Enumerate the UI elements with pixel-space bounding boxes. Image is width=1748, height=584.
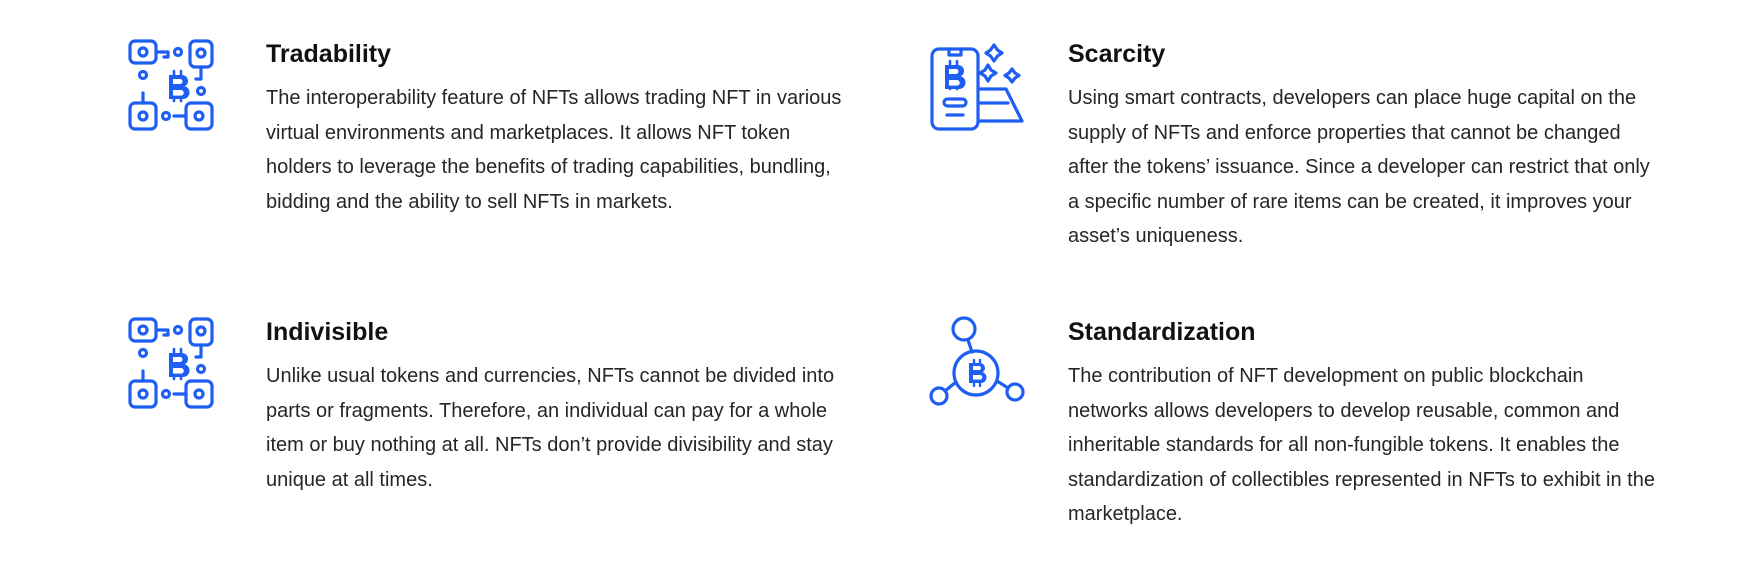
feature-text: Indivisible Unlike usual tokens and curr…: [266, 315, 856, 497]
feature-title: Tradability: [266, 40, 392, 68]
blockchain-network-icon: [126, 315, 226, 415]
mobile-crypto-wallet-icon: [928, 37, 1028, 137]
feature-text: Scarcity Using smart contracts, develope…: [1068, 37, 1658, 254]
feature-title: Indivisible: [266, 318, 389, 346]
feature-title: Scarcity: [1068, 40, 1166, 68]
crypto-hub-network-icon: [928, 315, 1028, 415]
feature-description: The contribution of NFT development on p…: [1068, 365, 1655, 525]
feature-text: Standardization The contribution of NFT …: [1068, 315, 1658, 532]
feature-description: Using smart contracts, developers can pl…: [1068, 87, 1650, 247]
feature-description: Unlike usual tokens and currencies, NFTs…: [266, 365, 835, 491]
blockchain-network-icon: [126, 37, 226, 137]
feature-title: Standardization: [1068, 318, 1256, 346]
feature-text: Tradability The interoperability feature…: [266, 37, 856, 219]
feature-description: The interoperability feature of NFTs all…: [266, 87, 842, 213]
